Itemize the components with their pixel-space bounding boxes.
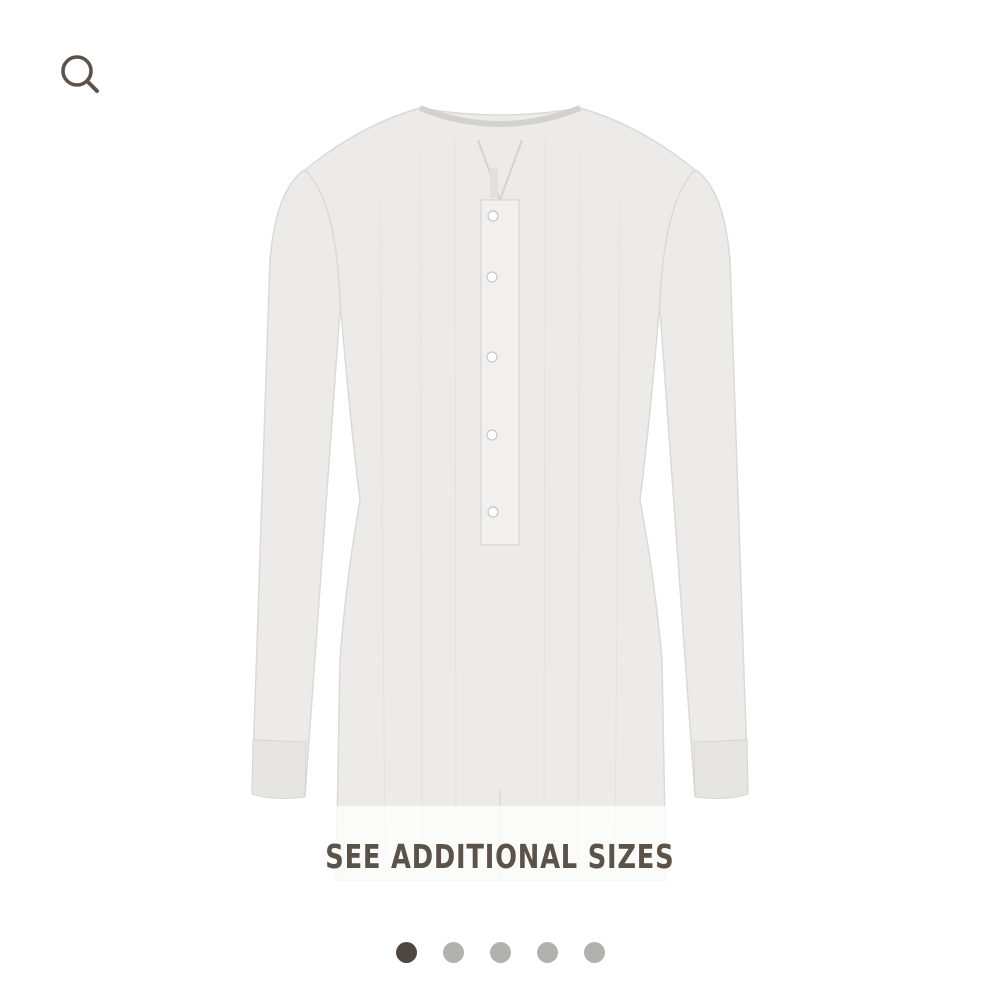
pager-dot[interactable] <box>442 941 464 963</box>
pager-dot[interactable] <box>583 941 605 963</box>
pager-dot[interactable] <box>536 941 558 963</box>
product-image[interactable] <box>240 100 760 890</box>
pager-dot[interactable] <box>489 941 511 963</box>
bodysuit-image <box>251 105 749 881</box>
pager-dot-active[interactable] <box>395 941 417 963</box>
see-additional-sizes-button[interactable]: SEE ADDITIONAL SIZES <box>270 826 730 886</box>
search-icon <box>54 50 104 98</box>
image-pager <box>0 940 1000 964</box>
product-gallery: SEE ADDITIONAL SIZES <box>0 0 1000 1000</box>
see-additional-sizes-label: SEE ADDITIONAL SIZES <box>325 836 675 876</box>
search-button[interactable] <box>54 50 104 98</box>
